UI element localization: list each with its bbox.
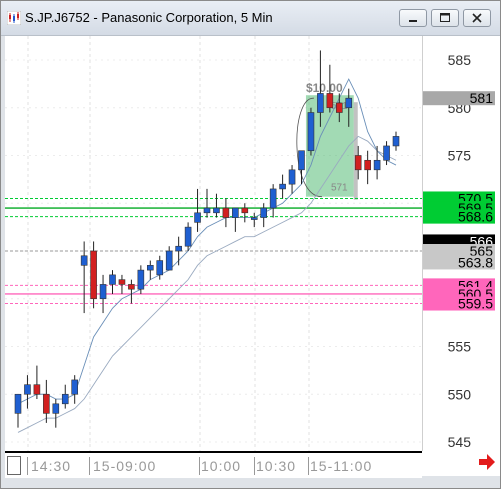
candle-body	[137, 269, 145, 290]
chart-icon	[6, 10, 22, 26]
candle-body	[109, 274, 116, 285]
arrow-right-icon[interactable]	[478, 453, 496, 471]
candle-body	[307, 112, 315, 152]
candle-body	[71, 379, 78, 395]
time-label-1430: 14:30	[31, 458, 72, 474]
candle-body	[373, 159, 381, 171]
price-tag-label: 581	[470, 90, 494, 106]
time-separator	[89, 457, 90, 475]
time-axis-toggle[interactable]	[7, 456, 21, 475]
candle-body	[335, 102, 343, 113]
time-separator	[27, 457, 28, 475]
candle-body	[52, 403, 60, 414]
candle-body	[14, 393, 22, 414]
price-tick-label: 555	[448, 339, 472, 355]
candle-body	[90, 250, 97, 300]
time-separator	[308, 457, 309, 475]
minimize-button[interactable]	[399, 9, 427, 27]
maximize-button[interactable]	[431, 9, 459, 27]
candlestick-chart[interactable]: $10.00581571	[5, 36, 422, 451]
candle-body	[80, 255, 88, 266]
candle-body	[147, 265, 154, 271]
candle-body	[326, 93, 334, 109]
candle-body	[194, 212, 201, 223]
candle-body	[43, 393, 50, 414]
close-icon	[472, 13, 482, 23]
candle-body	[269, 188, 277, 209]
chart-window: S.JP.J6752 - Panasonic Corporation, 5 Mi…	[0, 0, 501, 489]
range-label: $10.00	[306, 81, 343, 95]
candle-body	[232, 207, 239, 218]
scroll-corner	[422, 451, 500, 476]
maximize-icon	[440, 13, 450, 22]
candle-body	[156, 260, 164, 276]
candle-body	[354, 155, 362, 171]
price-tag-label: 563.8	[458, 254, 493, 270]
candle-body	[118, 279, 126, 285]
candle-body	[317, 93, 324, 113]
time-label-1100: 15-11:00	[310, 458, 373, 474]
price-tick-label: 550	[448, 386, 472, 402]
candle-body	[61, 393, 69, 405]
close-button[interactable]	[463, 9, 491, 27]
candle-body	[165, 250, 173, 271]
candle-body	[250, 217, 258, 220]
candle-body	[298, 150, 305, 171]
candle-body	[213, 207, 220, 214]
time-label-1000: 10:00	[201, 458, 242, 474]
title-bar[interactable]: S.JP.J6752 - Panasonic Corporation, 5 Mi…	[1, 1, 500, 36]
candle-body	[392, 136, 400, 147]
price-axis[interactable]: 585580575570565560555550545581570.5569.5…	[422, 36, 500, 451]
candle-body	[241, 207, 249, 214]
candle-body	[99, 284, 107, 300]
highlight-box-shadow	[353, 102, 358, 200]
candle-body	[288, 169, 296, 185]
time-axis[interactable]: 14:30 15-09:00 10:00 10:30 15-11:00	[5, 451, 422, 478]
price-tick-label: 585	[448, 52, 472, 68]
price-axis-svg: 585580575570565560555550545581570.5569.5…	[423, 52, 495, 450]
candle-body	[184, 226, 192, 247]
candle-body	[128, 284, 135, 290]
candle-body	[279, 183, 286, 190]
time-label-1030: 10:30	[256, 458, 297, 474]
candle-body	[222, 207, 230, 218]
window-title: S.JP.J6752 - Panasonic Corporation, 5 Mi…	[25, 10, 273, 25]
price-tag-label: 568.6	[458, 209, 493, 225]
range-bottom-value: 571	[331, 183, 348, 194]
candle-body	[383, 145, 390, 161]
price-tick-label: 575	[448, 148, 472, 164]
candle-body	[364, 159, 371, 171]
chart-plot-area[interactable]: $10.00581571	[5, 36, 422, 451]
candle-body	[33, 384, 41, 395]
candle-body	[175, 245, 182, 252]
time-separator	[254, 457, 255, 475]
price-tag-label: 559.5	[458, 296, 493, 312]
candle-body	[260, 207, 267, 218]
candle-body	[203, 207, 211, 214]
time-separator	[199, 457, 200, 475]
minimize-icon	[409, 20, 417, 22]
time-label-0900: 15-09:00	[93, 458, 157, 474]
candle-body	[24, 384, 31, 395]
price-tick-label: 545	[448, 434, 472, 450]
candle-body	[345, 97, 353, 109]
